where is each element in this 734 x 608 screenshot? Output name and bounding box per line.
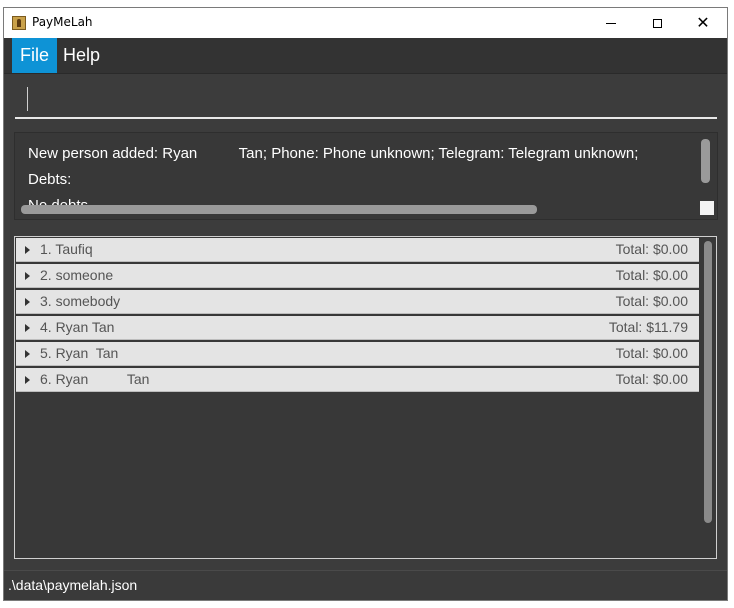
person-total: Total: $0.00	[615, 241, 688, 257]
app-icon	[12, 16, 26, 30]
person-list: 1. Taufiq Total: $0.00 2. someone Total:…	[14, 236, 717, 559]
menu-bar: File Help	[4, 38, 727, 74]
status-bar: .\data\paymelah.json	[4, 570, 727, 600]
maximize-icon	[652, 18, 662, 28]
minimize-button[interactable]	[588, 8, 634, 38]
person-row[interactable]: 4. Ryan Tan Total: $11.79	[16, 316, 699, 340]
person-row[interactable]: 2. someone Total: $0.00	[16, 264, 699, 288]
menu-file[interactable]: File	[12, 38, 58, 73]
person-name: 4. Ryan Tan	[40, 319, 115, 335]
person-name: 6. Ryan Tan	[40, 371, 150, 387]
app-window: PayMeLah ✕ File Help New person added: R…	[3, 7, 728, 601]
list-vertical-scrollbar[interactable]	[704, 241, 712, 523]
person-total: Total: $0.00	[615, 293, 688, 309]
menu-help[interactable]: Help	[55, 38, 108, 73]
result-horizontal-scrollbar[interactable]	[21, 205, 537, 214]
person-row[interactable]: 3. somebody Total: $0.00	[16, 290, 699, 314]
person-name: 5. Ryan Tan	[40, 345, 119, 361]
person-total: Total: $0.00	[615, 345, 688, 361]
close-icon: ✕	[696, 13, 710, 32]
minimize-icon	[606, 22, 616, 24]
title-bar: PayMeLah ✕	[4, 8, 727, 38]
expand-arrow-icon[interactable]	[25, 272, 30, 280]
result-vertical-scrollbar[interactable]	[701, 139, 710, 183]
data-file-path: .\data\paymelah.json	[8, 577, 138, 593]
window-title: PayMeLah	[32, 15, 93, 29]
text-caret	[27, 87, 28, 111]
person-name: 1. Taufiq	[40, 241, 93, 257]
person-total: Total: $0.00	[615, 267, 688, 283]
person-total: Total: $11.79	[608, 319, 688, 335]
person-total: Total: $0.00	[615, 371, 688, 387]
result-line-2: Debts:	[28, 171, 72, 188]
result-display[interactable]: New person added: Ryan Tan; Phone: Phone…	[14, 132, 718, 220]
expand-arrow-icon[interactable]	[25, 298, 30, 306]
expand-arrow-icon[interactable]	[25, 324, 30, 332]
result-line-1: New person added: Ryan Tan; Phone: Phone…	[28, 145, 639, 162]
expand-arrow-icon[interactable]	[25, 376, 30, 384]
person-name: 2. someone	[40, 267, 114, 283]
close-button[interactable]: ✕	[680, 8, 726, 38]
person-row[interactable]: 5. Ryan Tan Total: $0.00	[16, 342, 699, 366]
command-input[interactable]	[15, 81, 717, 119]
expand-arrow-icon[interactable]	[25, 350, 30, 358]
person-row[interactable]: 1. Taufiq Total: $0.00	[16, 238, 699, 262]
expand-arrow-icon[interactable]	[25, 246, 30, 254]
maximize-button[interactable]	[634, 8, 680, 38]
scroll-corner	[700, 201, 714, 215]
person-name: 3. somebody	[40, 293, 121, 309]
person-row[interactable]: 6. Ryan Tan Total: $0.00	[16, 368, 699, 392]
